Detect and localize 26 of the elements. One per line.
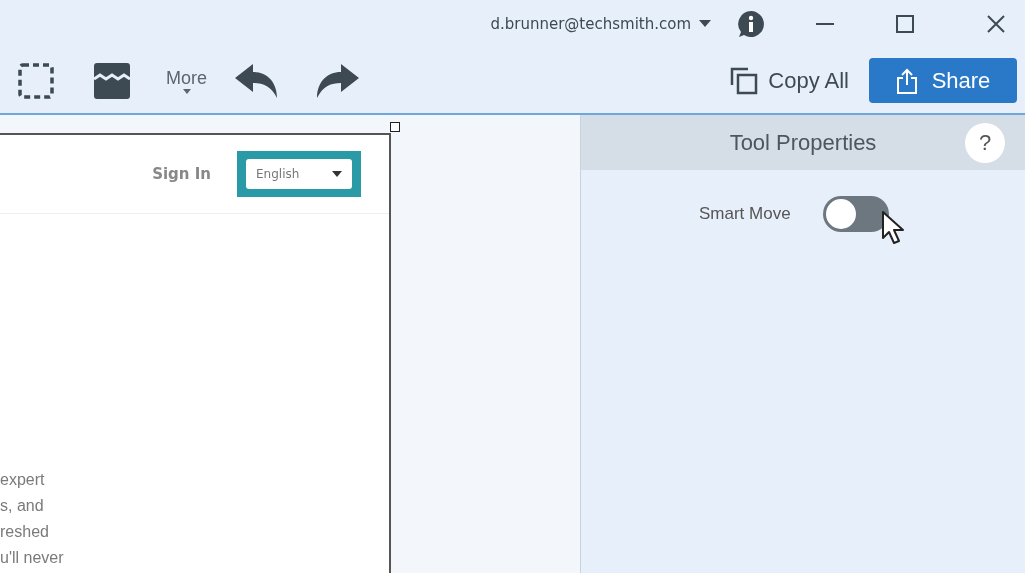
caret-icon[interactable]	[699, 20, 711, 28]
caret-icon	[332, 171, 342, 177]
account-email[interactable]: d.brunner@techsmith.com	[490, 15, 691, 33]
selection-tool-icon[interactable]	[18, 62, 54, 99]
redo-icon[interactable]	[315, 63, 359, 98]
cursor-icon	[881, 210, 907, 246]
share-icon	[895, 67, 918, 94]
close-icon[interactable]	[987, 15, 1005, 33]
info-icon[interactable]	[737, 10, 765, 38]
resize-handle[interactable]	[390, 122, 400, 132]
body-text: reshed	[0, 522, 50, 542]
body-text: expert	[0, 470, 46, 490]
toggle-switch[interactable]	[822, 196, 889, 232]
help-button[interactable]: ?	[965, 123, 1005, 163]
copy-all-button[interactable]: Copy All	[724, 65, 855, 96]
share-button[interactable]: Share	[869, 58, 1017, 103]
undo-icon[interactable]	[235, 63, 279, 98]
setting-label: Smart Move	[699, 204, 791, 224]
panel-title: Tool Properties	[729, 129, 877, 156]
caret-icon	[182, 88, 191, 94]
body-text: s, and	[0, 496, 45, 516]
copy-icon	[730, 66, 759, 95]
body-text: u'll never	[0, 548, 65, 568]
image-icon[interactable]	[94, 62, 130, 99]
more-button[interactable]: More	[166, 67, 207, 94]
maximize-icon[interactable]	[896, 15, 914, 33]
